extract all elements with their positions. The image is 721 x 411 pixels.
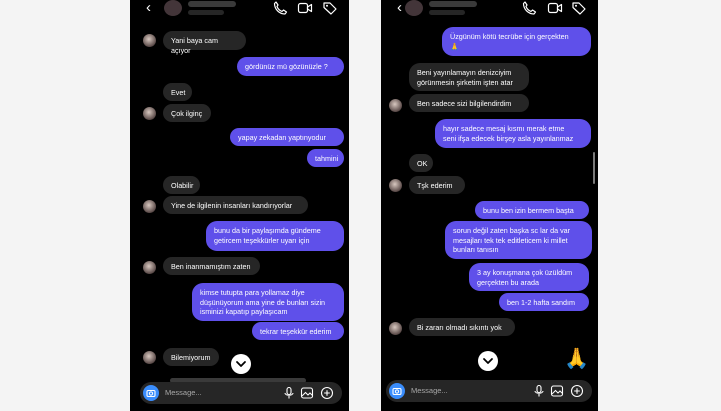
contact-avatar-small[interactable] [143, 200, 156, 213]
message-bubble-sent[interactable]: yapay zekadan yaptınyodur [230, 128, 344, 146]
tag-icon[interactable] [322, 1, 338, 15]
video-icon[interactable] [297, 1, 313, 15]
phone-icon[interactable] [272, 1, 288, 15]
tag-icon[interactable] [571, 1, 587, 15]
contact-avatar-small[interactable] [389, 99, 402, 112]
message-bubble-received[interactable]: Çok ilginç [163, 104, 211, 122]
message-bubble-received[interactable]: OK [409, 154, 433, 172]
back-chevron-icon[interactable]: ‹ [146, 0, 151, 16]
scroll-to-bottom-button[interactable] [231, 354, 251, 374]
video-icon[interactable] [547, 1, 563, 15]
contact-avatar-small[interactable] [143, 351, 156, 364]
message-bubble-sent[interactable]: tekrar teşekkür ederim [252, 322, 344, 340]
message-bubble-received[interactable]: Yine de ilgilenin insanları kandırıyorla… [163, 196, 308, 214]
chat-header: ‹ [381, 0, 598, 20]
contact-username-blurred [429, 10, 465, 15]
plus-circle-icon[interactable] [570, 384, 584, 398]
contact-username-blurred [188, 10, 224, 15]
contact-avatar-small[interactable] [389, 322, 402, 335]
image-icon[interactable] [300, 386, 314, 400]
praying-hands-emoji[interactable]: 🙏 [564, 348, 589, 370]
message-bubble-received[interactable]: Bilemiyorum [163, 348, 219, 366]
plus-circle-icon[interactable] [320, 386, 334, 400]
microphone-icon[interactable] [282, 386, 296, 400]
message-composer[interactable]: Message... [386, 380, 592, 402]
message-bubble-received[interactable]: Evet [163, 83, 192, 101]
message-bubble-received[interactable]: Yani baya cam açıyor [163, 31, 246, 55]
chat-header: ‹ [130, 0, 349, 20]
camera-button[interactable] [389, 383, 405, 399]
message-bubble-sent[interactable]: kimse tutupta para yollamaz diye düşünüy… [192, 283, 344, 321]
contact-avatar-small[interactable] [143, 261, 156, 274]
scrollbar[interactable] [593, 152, 595, 184]
microphone-icon[interactable] [532, 384, 546, 398]
message-composer[interactable]: Message... [140, 382, 342, 404]
contact-avatar-small[interactable] [143, 34, 156, 47]
phone-icon[interactable] [521, 1, 537, 15]
message-bubble-sent[interactable]: gördünüz mü gözünüzle ? [237, 57, 344, 76]
message-bubble-sent[interactable]: bunu ben izin bermem başta [475, 201, 589, 219]
chevron-down-icon [483, 358, 493, 364]
message-input-placeholder[interactable]: Message... [165, 388, 202, 397]
left-chat-screenshot: ‹ Yani baya cam açıyor gördünüz mü gözün… [130, 0, 349, 411]
contact-avatar-small[interactable] [389, 179, 402, 192]
chevron-down-icon [236, 361, 246, 367]
message-bubble-sent[interactable]: 3 ay konuşmana çok üzüldüm gerçekten bu … [469, 263, 589, 291]
contact-name-blurred [429, 1, 477, 7]
message-bubble-received[interactable]: Tşk ederim [409, 176, 465, 194]
message-bubble-sent[interactable]: hayır sadece mesaj kısmı merak etme seni… [435, 119, 591, 148]
back-chevron-icon[interactable]: ‹ [397, 0, 402, 16]
contact-avatar-small[interactable] [143, 107, 156, 120]
message-bubble-received[interactable]: Bi zararı olmadı sıkıntı yok [409, 318, 515, 336]
right-chat-screenshot: ‹ Üzgünüm kötü tecrübe için gerçekten 🙏 … [381, 0, 598, 411]
camera-icon [392, 387, 402, 396]
contact-avatar[interactable] [164, 0, 182, 16]
message-bubble-received[interactable]: Beni yayınlamayın denizciyim görünmesin … [409, 63, 529, 91]
contact-name-blurred [188, 1, 236, 7]
message-bubble-sent[interactable]: tahmini [307, 149, 344, 167]
camera-button[interactable] [143, 385, 159, 401]
contact-avatar[interactable] [405, 0, 423, 16]
message-input-placeholder[interactable]: Message... [411, 386, 448, 395]
message-bubble-sent[interactable]: Üzgünüm kötü tecrübe için gerçekten 🙏 [442, 27, 591, 56]
camera-icon [146, 389, 156, 398]
message-bubble-received[interactable]: Olabilir [163, 176, 200, 194]
scroll-to-bottom-button[interactable] [478, 351, 498, 371]
message-bubble-sent[interactable]: ben 1-2 hafta sandım [499, 293, 589, 311]
image-icon[interactable] [550, 384, 564, 398]
message-bubble-sent[interactable]: bunu da bir paylaşımda gündeme getircem … [206, 221, 344, 251]
message-bubble-received[interactable]: Ben inanmamıştım zaten [163, 257, 260, 275]
message-bubble-sent[interactable]: sorun değil zaten başka sc lar da var me… [445, 221, 592, 259]
message-bubble-received[interactable]: Ben sadece sizi bilgilendirdim [409, 94, 529, 112]
